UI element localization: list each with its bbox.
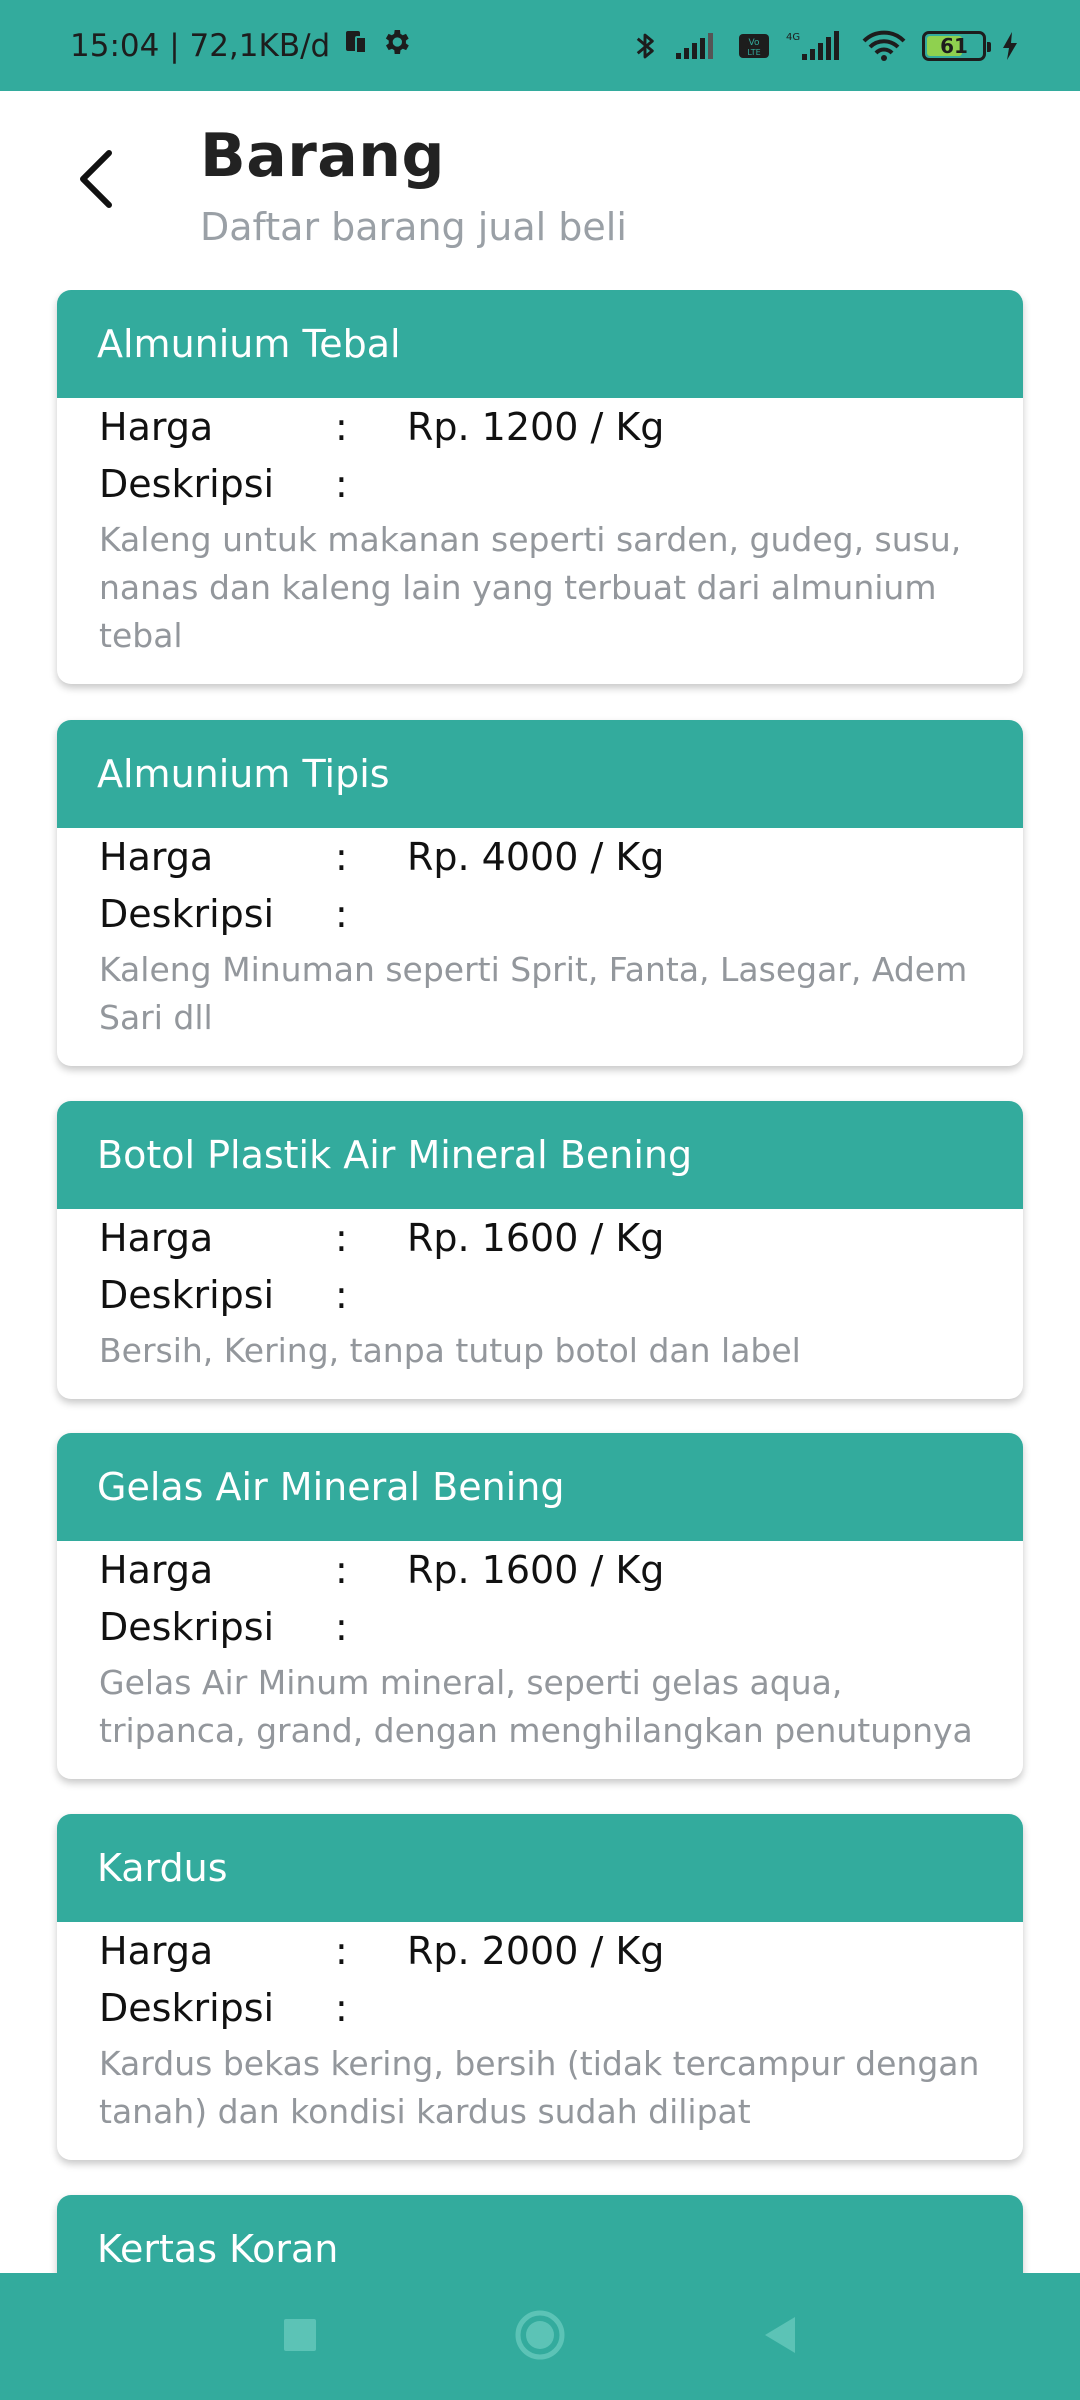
item-description: Bersih, Kering, tanpa tutup botol dan la… (99, 1331, 801, 1370)
svg-text:LTE: LTE (747, 48, 760, 57)
square-icon (283, 2318, 317, 2356)
item-name: Almunium Tebal (57, 290, 1023, 398)
item-list[interactable]: Almunium Tebal Harga : Rp. 1200 / Kg Des… (0, 290, 1080, 2273)
item-card[interactable]: Kertas Koran (57, 2195, 1023, 2273)
item-description: Kaleng untuk makanan seperti sarden, gud… (99, 520, 962, 655)
description-label: Deskripsi (99, 1985, 275, 2030)
item-name: Kertas Koran (57, 2195, 1023, 2273)
item-card[interactable]: Almunium Tebal Harga : Rp. 1200 / Kg Des… (57, 290, 1023, 684)
price-value: Rp. 1600 / Kg (407, 1215, 665, 1260)
system-navigation-bar (0, 2273, 1080, 2400)
description-colon: : (335, 461, 348, 506)
description-colon: : (335, 891, 348, 936)
phone-data-icon (340, 27, 370, 65)
status-bar: 15:04 | 72,1KB/d Vo LTE 4G 61 (0, 0, 1080, 91)
price-colon: : (335, 1928, 348, 1973)
price-colon: : (335, 404, 348, 449)
status-right: Vo LTE 4G 61 (630, 29, 1020, 63)
price-row: Harga : Rp. 1600 / Kg (99, 1209, 981, 1266)
status-left: 15:04 | 72,1KB/d (70, 26, 412, 66)
price-label: Harga (99, 1215, 214, 1260)
description-row: Deskripsi : (99, 885, 981, 942)
signal-4g-icon: 4G (784, 29, 846, 63)
price-colon: : (335, 1215, 348, 1260)
back-button[interactable] (62, 146, 132, 216)
item-name: Gelas Air Mineral Bening (57, 1433, 1023, 1541)
price-row: Harga : Rp. 1600 / Kg (99, 1541, 981, 1598)
circle-icon (514, 2309, 566, 2365)
price-label: Harga (99, 1928, 214, 1973)
app-header: Barang Daftar barang jual beli (0, 91, 1080, 281)
description-colon: : (335, 1985, 348, 2030)
description-row: Deskripsi : (99, 1979, 981, 2036)
item-description: Kaleng Minuman seperti Sprit, Fanta, Las… (99, 950, 968, 1037)
item-name: Almunium Tipis (57, 720, 1023, 828)
item-name: Kardus (57, 1814, 1023, 1922)
battery-indicator: 61 (922, 30, 991, 61)
signal-strength-icon (674, 31, 724, 61)
description-label: Deskripsi (99, 891, 275, 936)
home-button[interactable] (500, 2297, 580, 2377)
item-card[interactable]: Kardus Harga : Rp. 2000 / Kg Deskripsi :… (57, 1814, 1023, 2160)
svg-text:4G: 4G (786, 32, 800, 43)
description-row: Deskripsi : (99, 455, 981, 512)
price-value: Rp. 2000 / Kg (407, 1928, 665, 1973)
price-row: Harga : Rp. 2000 / Kg (99, 1922, 981, 1979)
description-row: Deskripsi : (99, 1266, 981, 1323)
price-value: Rp. 1600 / Kg (407, 1547, 665, 1592)
price-label: Harga (99, 834, 214, 879)
charging-bolt-icon (1000, 30, 1020, 62)
page-subtitle: Daftar barang jual beli (200, 205, 627, 249)
battery-level: 61 (940, 33, 968, 58)
description-colon: : (335, 1272, 348, 1317)
price-row: Harga : Rp. 4000 / Kg (99, 828, 981, 885)
recents-button[interactable] (260, 2297, 340, 2377)
status-time-speed: 15:04 | 72,1KB/d (70, 27, 331, 64)
svg-text:Vo: Vo (749, 38, 760, 48)
price-label: Harga (99, 404, 214, 449)
description-colon: : (335, 1604, 348, 1649)
price-row: Harga : Rp. 1200 / Kg (99, 398, 981, 455)
item-name: Botol Plastik Air Mineral Bening (57, 1101, 1023, 1209)
price-value: Rp. 4000 / Kg (407, 834, 665, 879)
description-label: Deskripsi (99, 1272, 275, 1317)
price-colon: : (335, 834, 348, 879)
description-label: Deskripsi (99, 1604, 275, 1649)
description-label: Deskripsi (99, 461, 275, 506)
arrow-back-icon (75, 149, 119, 213)
price-value: Rp. 1200 / Kg (407, 404, 665, 449)
item-card[interactable]: Botol Plastik Air Mineral Bening Harga :… (57, 1101, 1023, 1399)
volte-icon: Vo LTE (738, 31, 770, 61)
page-title: Barang (200, 121, 445, 191)
item-card[interactable]: Gelas Air Mineral Bening Harga : Rp. 160… (57, 1433, 1023, 1779)
bluetooth-icon (630, 29, 660, 63)
price-colon: : (335, 1547, 348, 1592)
item-card[interactable]: Almunium Tipis Harga : Rp. 4000 / Kg Des… (57, 720, 1023, 1066)
back-nav-button[interactable] (740, 2297, 820, 2377)
item-description: Gelas Air Minum mineral, seperti gelas a… (99, 1663, 973, 1750)
wifi-icon (860, 29, 908, 63)
price-label: Harga (99, 1547, 214, 1592)
settings-gear-icon (380, 26, 412, 66)
triangle-back-icon (761, 2315, 799, 2359)
description-row: Deskripsi : (99, 1598, 981, 1655)
item-description: Kardus bekas kering, bersih (tidak terca… (99, 2044, 980, 2131)
